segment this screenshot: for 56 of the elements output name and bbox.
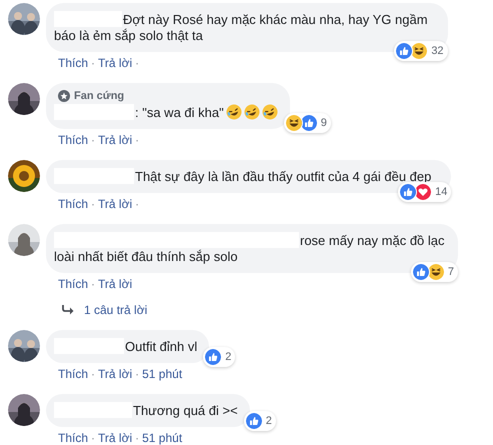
separator-dot: · bbox=[135, 197, 140, 211]
badge-icon bbox=[58, 90, 70, 102]
comment-time[interactable]: 51 phút bbox=[142, 431, 182, 445]
action-link[interactable]: Trả lời bbox=[98, 56, 132, 70]
action-link[interactable]: Thích bbox=[58, 197, 88, 211]
laughing-emoji-icon bbox=[284, 114, 303, 132]
reaction-badge[interactable]: 2 bbox=[203, 347, 236, 367]
laughing-emoji-icon bbox=[244, 104, 260, 120]
badge-label: Fan cứng bbox=[74, 89, 124, 103]
like-icon bbox=[204, 348, 222, 366]
laughing-emoji-icon bbox=[226, 104, 242, 120]
like-icon bbox=[395, 42, 414, 60]
action-link[interactable]: Thích bbox=[58, 277, 88, 291]
action-link[interactable]: Thích bbox=[58, 56, 88, 70]
comment-text: rose mấy nay mặc đồ lạc bbox=[300, 233, 445, 248]
action-link[interactable]: Trả lời bbox=[98, 431, 132, 445]
reaction-badge[interactable]: 2 bbox=[244, 411, 276, 431]
action-link[interactable]: Trả lời bbox=[98, 197, 132, 211]
action-link[interactable]: Thích bbox=[58, 133, 88, 147]
action-link[interactable]: Trả lời bbox=[98, 367, 132, 381]
separator-dot: · bbox=[135, 367, 140, 381]
reply-arrow-icon bbox=[62, 305, 74, 315]
laughing-emoji-icon bbox=[426, 263, 445, 281]
action-link[interactable]: Thích bbox=[58, 431, 88, 445]
separator-dot: · bbox=[91, 277, 96, 291]
comment-text: : "sa wa đi kha" bbox=[135, 105, 224, 120]
separator-dot: · bbox=[135, 133, 140, 147]
reaction-badge[interactable]: 9 bbox=[284, 113, 331, 133]
laughing-emoji-icon bbox=[410, 42, 428, 60]
like-icon bbox=[412, 263, 430, 281]
like-icon bbox=[399, 183, 418, 201]
action-link[interactable]: Trả lời bbox=[98, 277, 132, 291]
heart-icon bbox=[414, 183, 432, 201]
separator-dot: · bbox=[91, 431, 96, 445]
laughing-emoji-icon bbox=[262, 104, 278, 120]
comment-text: loài nhất biết đâu thính sắp solo bbox=[54, 249, 238, 264]
comment-text: Thật sự đây là lần đầu thấy outfit của 4 gái đều đẹp bbox=[135, 169, 432, 184]
like-icon bbox=[244, 412, 263, 430]
replies-link[interactable]: 1 câu trả lời bbox=[84, 302, 148, 318]
separator-dot: · bbox=[91, 367, 96, 381]
separator-dot: · bbox=[91, 133, 96, 147]
comment-text: Outfit đỉnh vl bbox=[125, 339, 198, 354]
separator-dot: · bbox=[91, 56, 96, 70]
separator-dot: · bbox=[91, 197, 96, 211]
reaction-badge[interactable]: 32 bbox=[394, 41, 448, 61]
like-icon bbox=[300, 114, 318, 132]
separator-dot: · bbox=[135, 431, 140, 445]
reaction-badge[interactable]: 14 bbox=[398, 182, 452, 202]
reaction-badge[interactable]: 7 bbox=[410, 262, 458, 282]
comment-text: Thương quá đi >< bbox=[133, 403, 238, 418]
comment-text: Đợt này Rosé hay mặc khác màu nha, hay YG ngầm bbox=[123, 12, 428, 27]
separator-dot: · bbox=[135, 56, 140, 70]
comment-time[interactable]: 51 phút bbox=[142, 367, 182, 381]
action-link[interactable]: Thích bbox=[58, 367, 88, 381]
comment-text: báo là ẻm sắp solo thật ta bbox=[54, 28, 203, 43]
action-link[interactable]: Trả lời bbox=[98, 133, 132, 147]
